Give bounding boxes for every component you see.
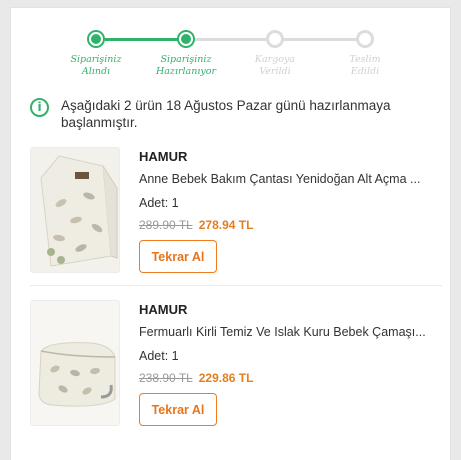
step-label-received: Siparişiniz Alındı — [56, 54, 136, 78]
product-brand: HAMUR — [139, 149, 188, 164]
new-price: 278.94 TL — [198, 218, 254, 232]
product-name[interactable]: Anne Bebek Bakım Çantası Yenidoğan Alt A… — [139, 172, 439, 186]
step-label-line: Verildi — [259, 66, 291, 77]
buy-again-button[interactable]: Tekrar Al — [139, 393, 217, 426]
step-label-preparing: Siparişiniz Hazırlanıyor — [146, 54, 226, 78]
buy-again-button[interactable]: Tekrar Al — [139, 240, 217, 273]
step-label-line: Alındı — [81, 66, 111, 77]
step-label-shipped: Kargoya Verildi — [235, 54, 315, 78]
step-label-line: Hazırlanıyor — [155, 66, 217, 77]
order-item: HAMUR Anne Bebek Bakım Çantası Yenidoğan… — [30, 147, 440, 277]
order-item: HAMUR Fermuarlı Kirli Temiz Ve Islak Kur… — [30, 300, 440, 430]
step-connector-3 — [283, 38, 365, 41]
step-label-line: Siparişiniz — [70, 54, 122, 65]
product-image[interactable] — [30, 147, 120, 273]
product-prices: 289.90 TL 278.94 TL — [139, 218, 253, 232]
product-quantity: Adet: 1 — [139, 196, 179, 210]
product-image[interactable] — [30, 300, 120, 426]
step-connector-2 — [194, 38, 276, 41]
product-prices: 238.90 TL 229.86 TL — [139, 371, 253, 385]
step-label-line: Edildi — [350, 66, 380, 77]
new-price: 229.86 TL — [198, 371, 254, 385]
info-text: Aşağıdaki 2 ürün 18 Ağustos Pazar günü h… — [61, 98, 391, 130]
old-price: 289.90 TL — [139, 218, 193, 232]
order-status-stepper: Siparişiniz Alındı Siparişiniz Hazırlanı… — [11, 8, 452, 88]
step-connector-1 — [105, 38, 187, 41]
step-dot-preparing — [177, 30, 195, 48]
product-quantity: Adet: 1 — [139, 349, 179, 363]
step-label-line: Siparişiniz — [160, 54, 212, 65]
order-detail-card: Siparişiniz Alındı Siparişiniz Hazırlanı… — [10, 7, 451, 460]
step-label-line: Teslim — [349, 54, 381, 65]
step-dot-delivered — [356, 30, 374, 48]
step-dot-shipped — [266, 30, 284, 48]
step-label-delivered: Teslim Edildi — [325, 54, 405, 78]
pouch-bag-illustration — [31, 301, 119, 425]
diaper-bag-illustration — [31, 148, 119, 272]
item-divider — [30, 285, 442, 286]
old-price: 238.90 TL — [139, 371, 193, 385]
step-dot-received — [87, 30, 105, 48]
info-icon: i — [30, 98, 49, 117]
product-brand: HAMUR — [139, 302, 188, 317]
step-label-line: Kargoya — [254, 54, 296, 65]
product-name[interactable]: Fermuarlı Kirli Temiz Ve Islak Kuru Bebe… — [139, 325, 439, 339]
